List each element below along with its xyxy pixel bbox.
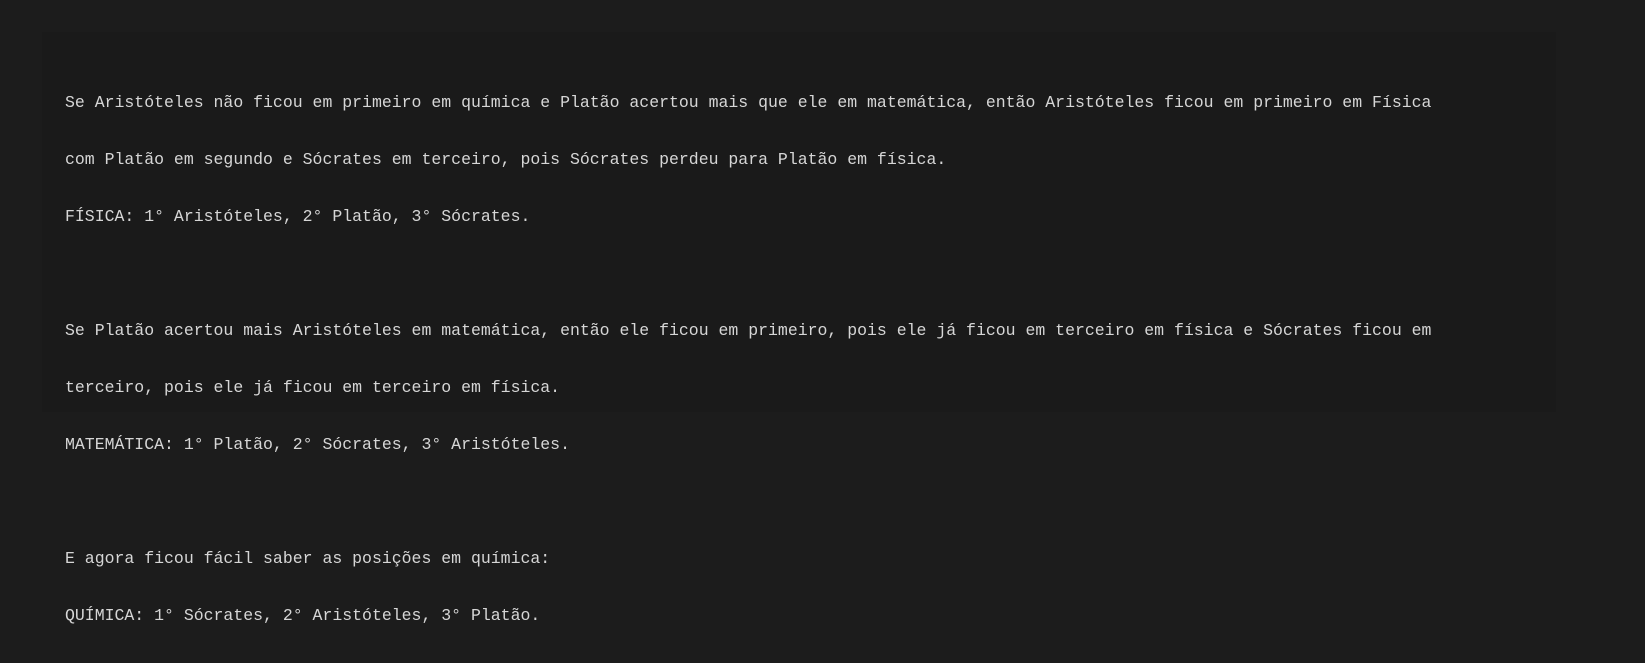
text-line: E agora ficou fácil saber as posições em… xyxy=(65,549,551,568)
text-line: Se Aristóteles não ficou em primeiro em … xyxy=(65,93,1432,112)
text-line-matematica-result: MATEMÁTICA: 1° Platão, 2° Sócrates, 3° A… xyxy=(65,435,570,454)
answer-text: Se Aristóteles não ficou em primeiro em … xyxy=(65,55,1431,663)
text-line-fisica-result: FÍSICA: 1° Aristóteles, 2° Platão, 3° Só… xyxy=(65,207,531,226)
text-line-quimica-result: QUÍMICA: 1° Sócrates, 2° Aristóteles, 3°… xyxy=(65,606,541,625)
text-line: Se Platão acertou mais Aristóteles em ma… xyxy=(65,321,1432,340)
answer-panel: Se Aristóteles não ficou em primeiro em … xyxy=(42,32,1556,625)
text-line: terceiro, pois ele já ficou em terceiro … xyxy=(65,378,561,397)
text-line: com Platão em segundo e Sócrates em terc… xyxy=(65,150,947,169)
